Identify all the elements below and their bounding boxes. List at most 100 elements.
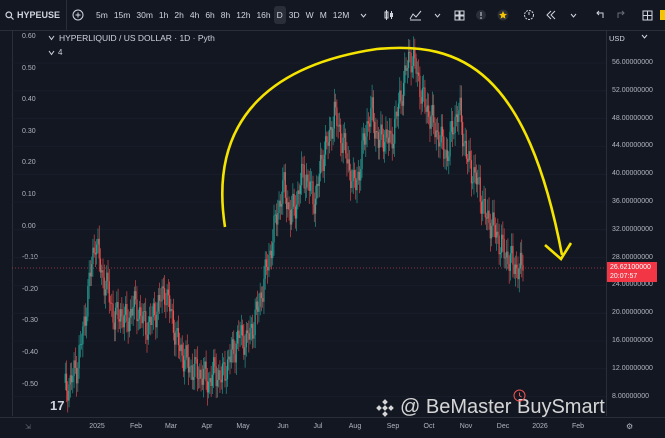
timeframe-12m[interactable]: 12M <box>330 0 353 30</box>
settings-gear-icon[interactable]: ⚙ <box>626 422 633 431</box>
candle-body <box>272 242 274 259</box>
candle-body <box>241 325 244 336</box>
candle-body <box>147 321 149 340</box>
replay-button[interactable] <box>518 0 540 30</box>
candle-body <box>114 307 117 330</box>
time-axis-tick: Feb <box>129 423 143 430</box>
candle-body <box>479 177 481 202</box>
candle-body <box>449 131 451 157</box>
candle-body <box>220 379 222 383</box>
candle-body <box>335 101 337 108</box>
layout-icon <box>454 10 465 20</box>
timeframe-menu-button[interactable] <box>352 0 374 30</box>
candle-body <box>415 58 417 74</box>
timeframe-4h[interactable]: 4h <box>187 0 202 30</box>
candle-body <box>434 122 436 138</box>
candle-body <box>480 201 483 214</box>
indicators-button[interactable] <box>404 0 426 30</box>
candle-body <box>111 303 113 304</box>
candle-body <box>104 289 107 296</box>
undo-icon <box>596 10 604 18</box>
candle-body <box>302 163 304 165</box>
candle-body <box>269 250 271 256</box>
account-button[interactable]: [Y <box>658 0 665 30</box>
timeframe-30m[interactable]: 30m <box>133 0 156 30</box>
candle-body <box>428 105 430 117</box>
price-axis-tick: 8.00000000 <box>612 392 649 400</box>
candle-body <box>345 133 347 154</box>
timeframe-w[interactable]: W <box>303 0 317 30</box>
star-icon <box>497 9 509 21</box>
compare-button[interactable] <box>67 0 89 30</box>
candle-body <box>143 311 146 312</box>
fullscreen-button[interactable] <box>636 0 658 30</box>
timeframe-d[interactable]: D <box>273 6 286 24</box>
candle-body <box>321 155 323 160</box>
indicators-menu-button[interactable] <box>426 0 448 30</box>
candle-body <box>352 170 354 182</box>
tradingview-logo-icon[interactable]: 17 <box>50 398 64 413</box>
candle-body <box>385 129 387 142</box>
chart-type-button[interactable] <box>378 0 400 30</box>
candle-body <box>236 330 239 344</box>
price-axis-tick: 36.00000000 <box>612 198 653 205</box>
candle-body <box>152 303 154 317</box>
favorite-button[interactable] <box>492 0 514 30</box>
timeframe-8h[interactable]: 8h <box>218 0 233 30</box>
timeframe-15m[interactable]: 15m <box>111 0 134 30</box>
timeframe-6h[interactable]: 6h <box>202 0 217 30</box>
candle-body <box>121 309 123 317</box>
time-axis-tick: Sep <box>386 423 400 430</box>
alert-button[interactable] <box>470 0 492 30</box>
timezone-icon[interactable]: ⇲ <box>25 423 31 431</box>
timeframe-12h[interactable]: 12h <box>233 0 253 30</box>
candle-body <box>377 132 379 148</box>
candle-body <box>116 302 118 308</box>
candle-body <box>245 330 247 348</box>
price-chart[interactable] <box>12 31 606 416</box>
candle-body <box>424 87 426 108</box>
candle-body <box>250 323 252 328</box>
candle-body <box>367 121 369 124</box>
candle-body <box>465 140 468 159</box>
symbol-search[interactable]: HYPEUSE <box>0 0 68 30</box>
chevron-down-icon[interactable] <box>48 35 55 41</box>
candle-body <box>409 51 411 54</box>
candle-body <box>224 362 226 381</box>
candle-body <box>142 311 144 324</box>
candle-body <box>386 129 388 138</box>
timeframe-2h[interactable]: 2h <box>171 0 186 30</box>
candle-body <box>181 344 183 356</box>
candle-body <box>275 214 278 225</box>
candle-body <box>488 210 490 224</box>
candle-body <box>151 316 153 325</box>
candle-body <box>362 133 364 141</box>
candle-body <box>323 154 325 172</box>
timeframe-m[interactable]: M <box>317 0 330 30</box>
indicator-legend[interactable]: 4 <box>48 48 62 57</box>
candle-body <box>87 286 89 317</box>
candle-body <box>308 181 310 191</box>
candle-body <box>170 309 172 312</box>
candle-body <box>70 375 73 383</box>
replay-back-button[interactable] <box>540 0 562 30</box>
candle-body <box>136 299 138 322</box>
currency-selector[interactable]: USD <box>609 34 648 43</box>
candle-body <box>177 328 180 346</box>
timeframe-5m[interactable]: 5m <box>93 0 111 30</box>
timeframe-3d[interactable]: 3D <box>286 0 303 30</box>
replay-menu-button[interactable] <box>562 0 584 30</box>
layout-button[interactable] <box>448 0 470 30</box>
candle-body <box>318 173 320 187</box>
candle-body <box>478 177 480 179</box>
redo-button[interactable] <box>610 0 632 30</box>
candle-body <box>65 373 68 391</box>
chevron-down-icon <box>48 50 55 55</box>
candle-body <box>221 363 224 383</box>
undo-button[interactable] <box>588 0 610 30</box>
candle-body <box>425 107 427 112</box>
candle-body <box>419 75 421 98</box>
timeframe-16h[interactable]: 16h <box>253 0 273 30</box>
indicators-icon <box>409 10 422 21</box>
timeframe-1h[interactable]: 1h <box>156 0 171 30</box>
